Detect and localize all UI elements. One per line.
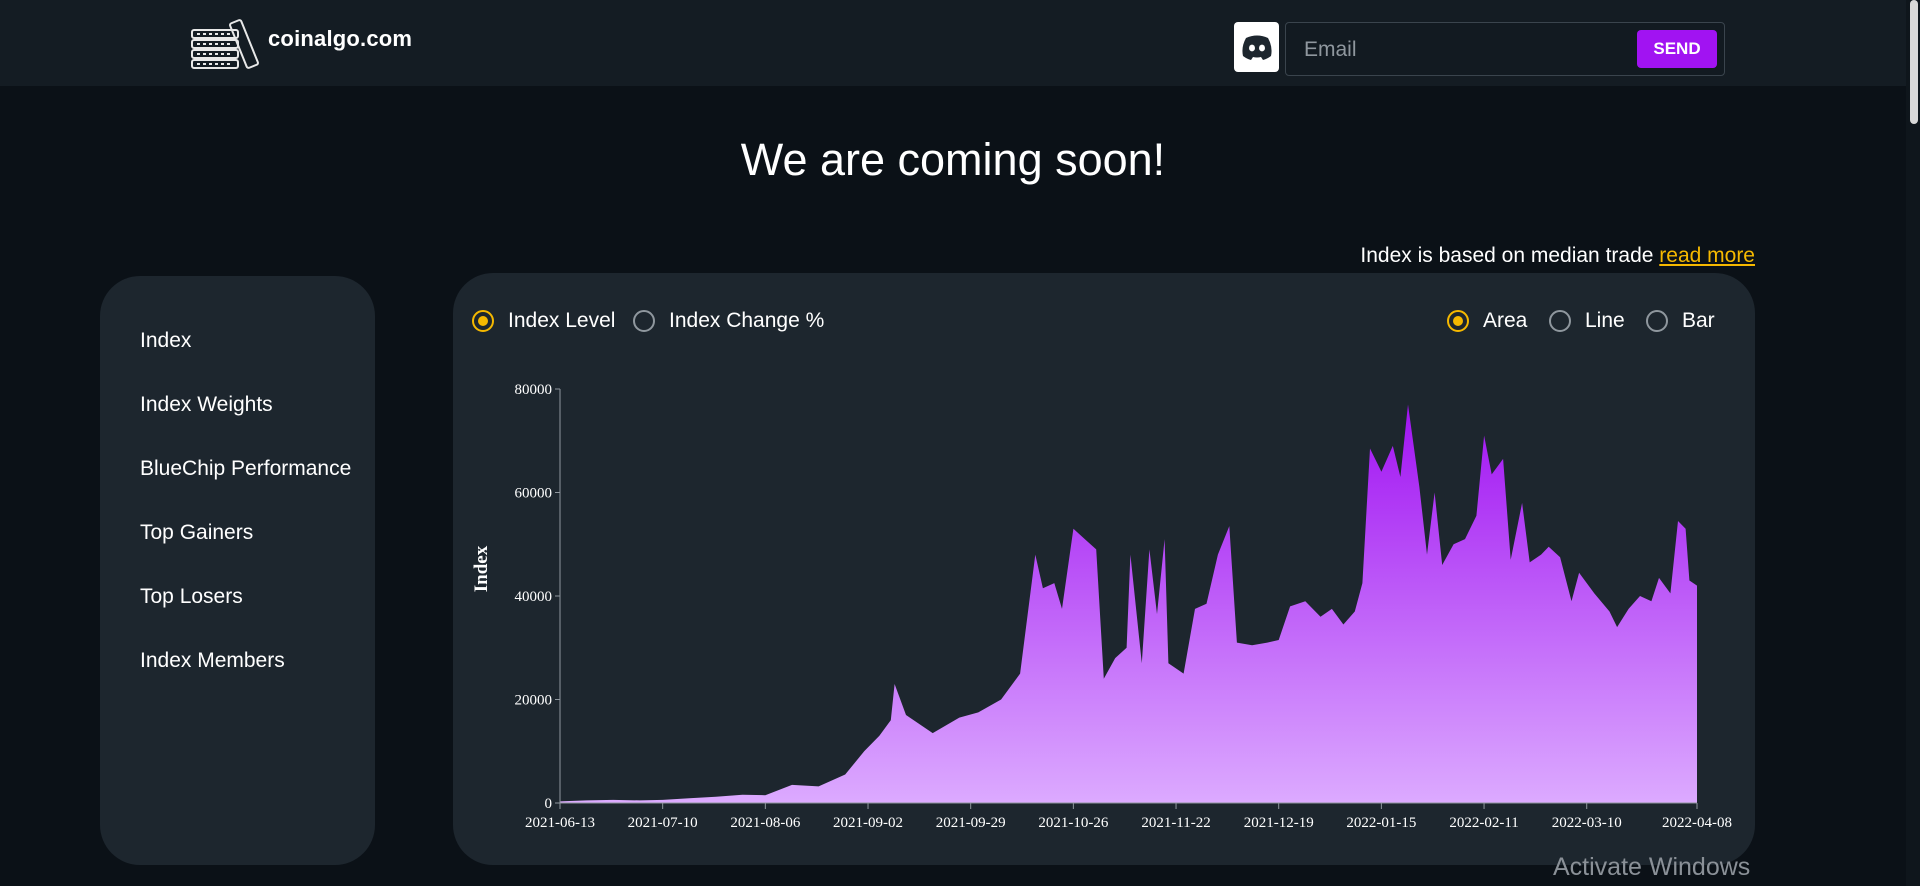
- x-tick-label: 2021-12-19: [1244, 815, 1314, 831]
- sidebar: Index Index Weights BlueChip Performance…: [100, 276, 375, 865]
- x-tick-label: 2021-08-06: [730, 815, 800, 831]
- x-tick-label: 2022-03-10: [1552, 815, 1622, 831]
- x-tick-label: 2021-10-26: [1038, 815, 1108, 831]
- chart-panel: Index Level Index Change % Area Line Bar…: [453, 273, 1755, 865]
- sidebar-item-index[interactable]: Index: [140, 326, 351, 390]
- discord-icon: [1241, 35, 1272, 60]
- brand[interactable]: coinalgo.com: [190, 16, 412, 70]
- sidebar-item-top-gainers[interactable]: Top Gainers: [140, 518, 351, 582]
- sidebar-item-bluechip-performance[interactable]: BlueChip Performance: [140, 454, 351, 518]
- activate-windows-watermark: Activate Windows: [1553, 853, 1751, 881]
- index-note-text: Index is based on median trade: [1360, 244, 1660, 267]
- email-subscribe: SEND: [1285, 22, 1725, 76]
- sidebar-item-index-members[interactable]: Index Members: [140, 646, 351, 710]
- page-scrollbar[interactable]: [1906, 0, 1920, 886]
- x-tick-label: 2022-04-08: [1662, 815, 1732, 831]
- x-tick-label: 2021-11-22: [1141, 815, 1210, 831]
- coin-stack-logo: [191, 19, 259, 69]
- index-area-chart: 0 20000 40000 60000 80000 2021-06-13 2021-07-…: [471, 382, 1732, 831]
- read-more-link[interactable]: read more: [1659, 244, 1755, 267]
- x-tick-label: 2021-09-02: [833, 815, 903, 831]
- email-input[interactable]: [1302, 33, 1636, 67]
- top-bar: coinalgo.com SEND: [0, 0, 1920, 86]
- sidebar-item-index-weights[interactable]: Index Weights: [140, 390, 351, 454]
- y-tick-label: 40000: [515, 589, 553, 605]
- send-button[interactable]: SEND: [1637, 30, 1717, 68]
- x-tick-label: 2022-01-15: [1346, 815, 1416, 831]
- chart-y-label: Index: [471, 545, 492, 592]
- y-tick-label: 60000: [515, 486, 553, 502]
- brand-name: coinalgo.com: [268, 26, 413, 51]
- y-tick-label: 0: [545, 796, 553, 812]
- page-headline: We are coming soon!: [740, 134, 1166, 185]
- scrollbar-thumb[interactable]: [1910, 0, 1918, 124]
- discord-button[interactable]: [1234, 22, 1279, 72]
- sidebar-item-top-losers[interactable]: Top Losers: [140, 582, 351, 646]
- x-tick-label: 2022-02-11: [1449, 815, 1518, 831]
- index-note: Index is based on median trade read more: [1360, 244, 1755, 268]
- chart-area-series: [560, 404, 1697, 803]
- x-tick-label: 2021-06-13: [525, 815, 595, 831]
- y-tick-label: 20000: [515, 693, 553, 709]
- x-tick-label: 2021-09-29: [936, 815, 1006, 831]
- y-tick-label: 80000: [515, 382, 553, 398]
- x-tick-label: 2021-07-10: [628, 815, 698, 831]
